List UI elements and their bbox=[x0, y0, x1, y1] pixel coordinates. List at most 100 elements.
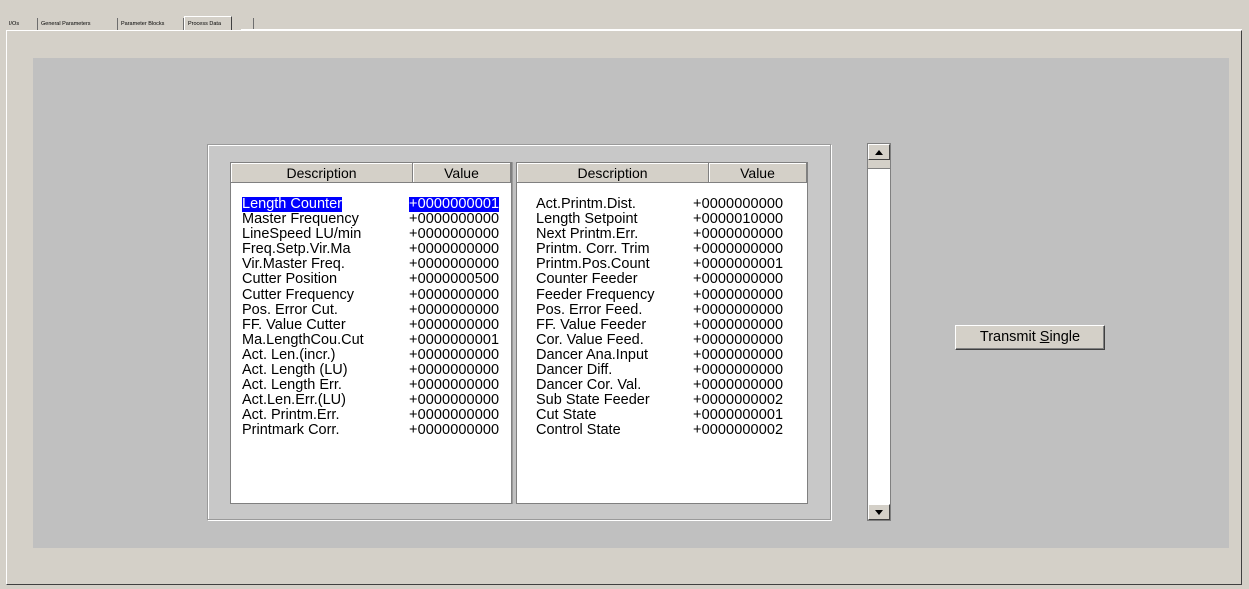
table-row[interactable]: Act. Len.(incr.) +0000000000 bbox=[231, 346, 511, 363]
tab-general-parameters[interactable]: General Parameters bbox=[38, 18, 118, 30]
column-header-value[interactable]: Value bbox=[709, 163, 807, 183]
row-description: Length Counter bbox=[242, 196, 342, 212]
row-value: +0000000000 bbox=[409, 256, 500, 273]
row-description: Sub State Feeder bbox=[536, 392, 650, 409]
table-row[interactable]: Printmark Corr. +0000000000 bbox=[231, 423, 511, 438]
table-row[interactable]: Dancer Diff. +0000000000 bbox=[517, 363, 807, 378]
table-row[interactable]: FF. Value Cutter +0000000000 bbox=[231, 316, 511, 333]
row-description: Control State bbox=[536, 422, 621, 439]
row-description: Act. Length (LU) bbox=[242, 362, 348, 379]
row-value: +0000000000 bbox=[409, 392, 500, 409]
row-value: +0000000500 bbox=[409, 271, 500, 288]
table-row[interactable]: Printm. Corr. Trim +0000000000 bbox=[517, 242, 807, 257]
row-value: +0000000001 bbox=[409, 196, 500, 212]
row-value: +0000000001 bbox=[693, 256, 784, 273]
row-value: +0000000000 bbox=[409, 241, 500, 258]
scroll-up-button[interactable] bbox=[868, 144, 890, 160]
table-row[interactable]: Cor. Value Feed. +0000000000 bbox=[517, 331, 807, 348]
row-value: +0000000000 bbox=[409, 362, 500, 379]
arrow-up-icon bbox=[875, 149, 883, 155]
row-description: Act.Len.Err.(LU) bbox=[242, 392, 346, 409]
row-description: Cutter Frequency bbox=[242, 286, 355, 303]
row-description: Printm. Corr. Trim bbox=[536, 241, 650, 258]
transmit-label-pre: Transmit bbox=[979, 329, 1040, 345]
table-row[interactable]: Pos. Error Feed. +0000000000 bbox=[517, 301, 807, 318]
row-value: +0000000000 bbox=[409, 226, 500, 243]
table-row[interactable]: Cutter Position +0000000500 bbox=[231, 272, 511, 287]
row-description: Pos. Error Feed. bbox=[536, 301, 643, 318]
table-row[interactable]: Pos. Error Cut. +0000000000 bbox=[231, 302, 511, 318]
row-value: +0000000000 bbox=[693, 331, 784, 348]
tab-strip: I/Os General Parameters Parameter Blocks… bbox=[6, 16, 1242, 30]
row-value: +0000000000 bbox=[693, 316, 784, 333]
table-row[interactable]: LineSpeed LU/min +0000000000 bbox=[231, 227, 511, 242]
row-description: Master Frequency bbox=[242, 211, 359, 228]
table-row[interactable]: Act.Printm.Dist. +0000000000 bbox=[517, 197, 807, 212]
table-row[interactable]: Feeder Frequency +0000000000 bbox=[517, 286, 807, 303]
table-row[interactable]: Length Setpoint +0000010000 bbox=[517, 212, 807, 227]
table-row[interactable]: Ma.LengthCou.Cut +0000000001 bbox=[231, 331, 511, 348]
table-row[interactable]: Sub State Feeder +0000000002 bbox=[517, 393, 807, 408]
row-value: +0000000002 bbox=[693, 392, 784, 409]
table-row[interactable]: Control State +0000000002 bbox=[517, 423, 807, 438]
row-value: +0000000000 bbox=[693, 226, 784, 243]
row-description: Act.Printm.Dist. bbox=[536, 196, 636, 212]
table-row[interactable]: Cutter Frequency +0000000000 bbox=[231, 286, 511, 303]
row-value: +0000000000 bbox=[693, 196, 784, 212]
table-row[interactable]: Act. Length Err. +0000000000 bbox=[231, 378, 511, 393]
row-value: +0000000000 bbox=[409, 211, 500, 228]
row-value: +0000000000 bbox=[693, 301, 784, 318]
table-row[interactable]: Dancer Cor. Val. +0000000000 bbox=[517, 378, 807, 393]
transmit-single-button[interactable]: Transmit Single bbox=[955, 325, 1105, 350]
row-value: +0000000000 bbox=[409, 286, 500, 303]
tab-process-data[interactable]: Process Data bbox=[184, 16, 232, 30]
list-rows-right: Act.Printm.Dist. +0000000000 Length Setpoi… bbox=[517, 197, 807, 439]
row-description: Dancer Cor. Val. bbox=[536, 377, 642, 394]
row-value: +0000000000 bbox=[409, 316, 500, 333]
scroll-thumb[interactable] bbox=[868, 160, 890, 169]
table-row[interactable]: Act. Length (LU) +0000000000 bbox=[231, 363, 511, 378]
row-description: Dancer Diff. bbox=[536, 362, 613, 379]
table-row[interactable]: Master Frequency +0000000000 bbox=[231, 212, 511, 227]
row-description: Vir.Master Freq. bbox=[242, 256, 345, 273]
table-row[interactable]: Next Printm.Err. +0000000000 bbox=[517, 227, 807, 242]
table-row[interactable]: Counter Feeder +0000000000 bbox=[517, 272, 807, 287]
row-value: +0000000001 bbox=[409, 331, 500, 348]
process-data-list-right[interactable]: Description Value Act.Printm.Dist. +00000… bbox=[516, 162, 808, 504]
row-value: +0000000000 bbox=[409, 377, 500, 394]
row-description: Length Setpoint bbox=[536, 211, 638, 228]
table-row[interactable]: Freq.Setp.Vir.Ma +0000000000 bbox=[231, 242, 511, 257]
row-value: +0000000000 bbox=[409, 346, 500, 363]
row-description: Printmark Corr. bbox=[242, 422, 340, 439]
table-row[interactable]: Vir.Master Freq. +0000000000 bbox=[231, 257, 511, 272]
table-row[interactable]: Printm.Pos.Count +0000000001 bbox=[517, 257, 807, 272]
table-row[interactable]: Dancer Ana.Input +0000000000 bbox=[517, 346, 807, 363]
table-row[interactable]: Act.Len.Err.(LU) +0000000000 bbox=[231, 393, 511, 408]
column-header-value[interactable]: Value bbox=[413, 163, 511, 183]
table-row[interactable]: Length Counter +0000000001 bbox=[231, 197, 511, 212]
row-value: +0000000000 bbox=[693, 241, 784, 258]
column-header-description[interactable]: Description bbox=[231, 163, 413, 183]
row-value: +0000000000 bbox=[693, 271, 784, 288]
transmit-label-post: ingle bbox=[1049, 329, 1081, 345]
process-data-list-left[interactable]: Description Value Length Counter +0000000… bbox=[230, 162, 512, 504]
transmit-label-mnemonic: S bbox=[1039, 329, 1050, 345]
row-description: Act. Printm.Err. bbox=[242, 407, 340, 424]
column-header-description[interactable]: Description bbox=[517, 163, 709, 183]
row-value: +0000010000 bbox=[693, 211, 784, 228]
table-row[interactable]: FF. Value Feeder +0000000000 bbox=[517, 316, 807, 333]
row-value: +0000000000 bbox=[409, 422, 500, 439]
row-description: Freq.Setp.Vir.Ma bbox=[242, 241, 351, 258]
tab-ios[interactable]: I/Os bbox=[6, 18, 38, 30]
row-description: LineSpeed LU/min bbox=[242, 226, 362, 243]
row-value: +0000000000 bbox=[693, 346, 784, 363]
row-description: Cor. Value Feed. bbox=[536, 331, 644, 348]
row-value: +0000000000 bbox=[693, 286, 784, 303]
table-row[interactable]: Cut State +0000000001 bbox=[517, 408, 807, 423]
row-description: Cutter Position bbox=[242, 271, 338, 288]
vertical-scrollbar[interactable] bbox=[867, 143, 891, 521]
row-value: +0000000002 bbox=[693, 422, 784, 439]
tab-parameter-blocks[interactable]: Parameter Blocks bbox=[118, 18, 184, 30]
scroll-down-button[interactable] bbox=[868, 504, 890, 520]
table-row[interactable]: Act. Printm.Err. +0000000000 bbox=[231, 408, 511, 423]
